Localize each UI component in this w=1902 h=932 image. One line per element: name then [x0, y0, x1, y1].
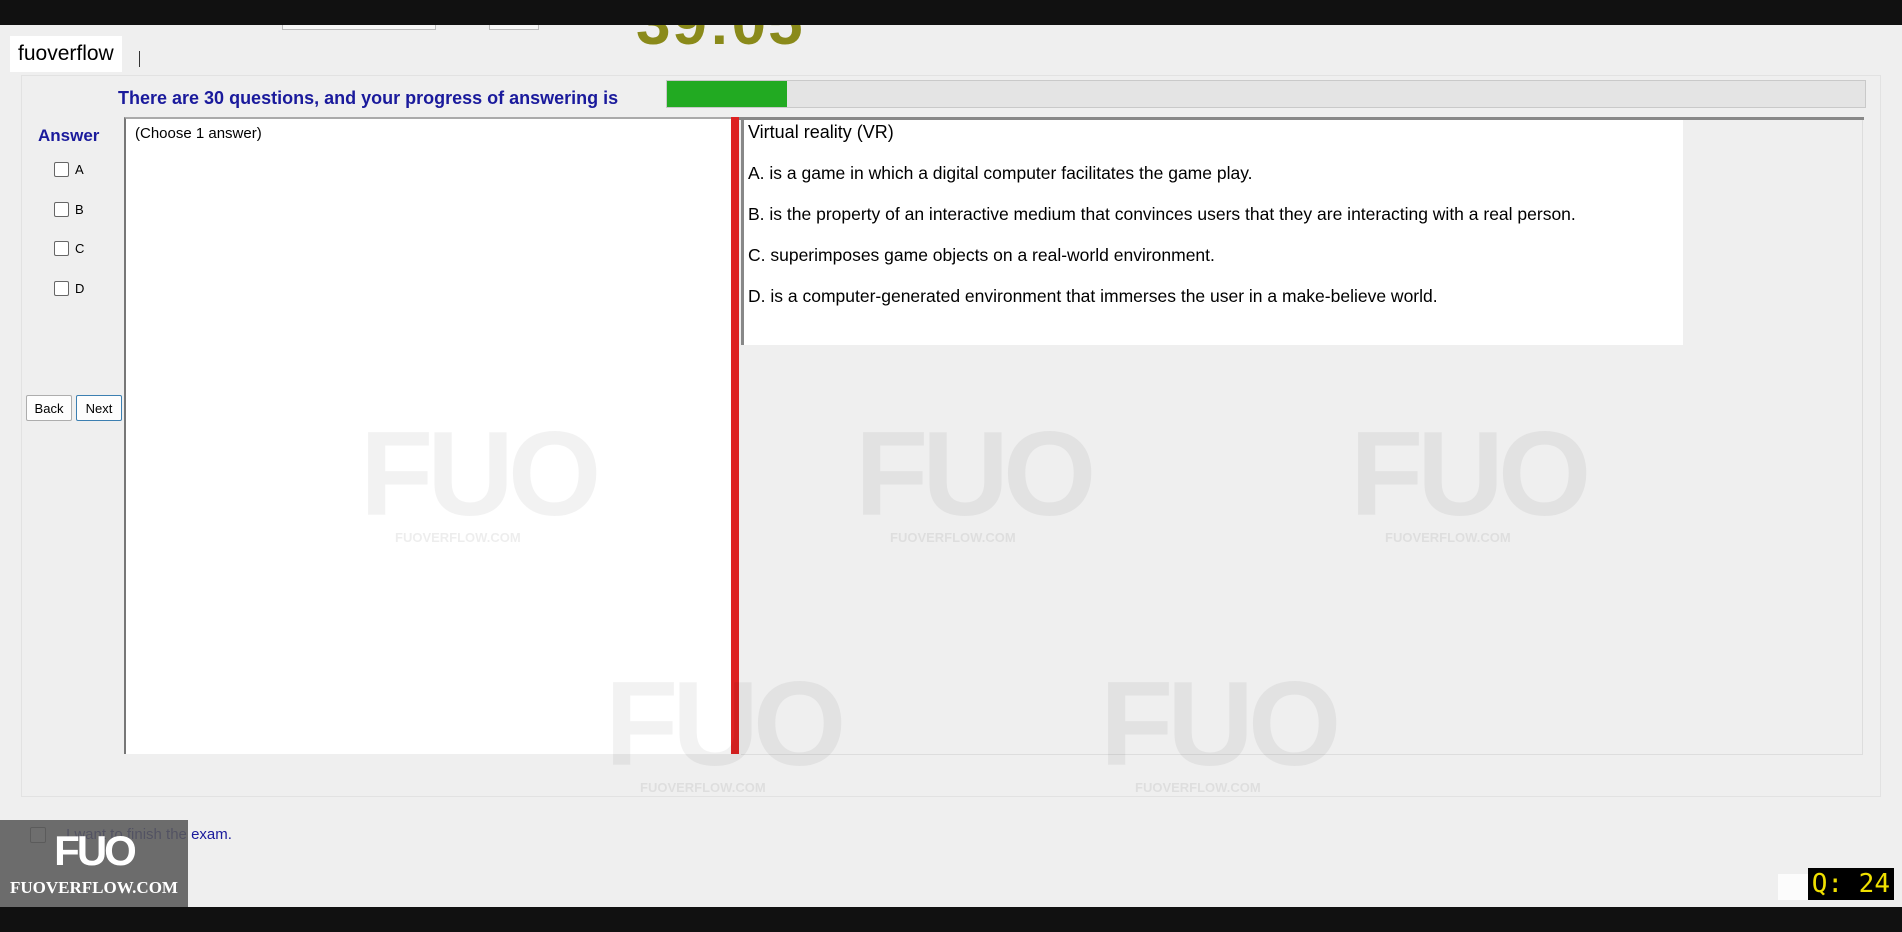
watermark-site: FUOVERFLOW.COM	[640, 780, 766, 795]
answer-option-d[interactable]: D	[54, 281, 84, 296]
progress-label: There are 30 questions, and your progres…	[118, 88, 619, 108]
question-pane: Virtual reality (VR) A. is a game in whi…	[741, 120, 1683, 345]
logo-mark: FUO	[54, 826, 137, 874]
exam-timer: 39:05	[636, 25, 805, 55]
progress-bar	[666, 80, 1866, 108]
logo-site: FUOVERFLOW.COM	[10, 877, 178, 897]
watermark-site: FUOVERFLOW.COM	[890, 530, 1016, 545]
checkbox[interactable]	[54, 281, 69, 296]
back-button[interactable]: Back	[26, 395, 72, 421]
watermark-logo: FUO	[855, 407, 1096, 541]
watermark-site: FUOVERFLOW.COM	[1135, 780, 1261, 795]
question-choice-b: B. is the property of an interactive med…	[748, 204, 1576, 224]
watermark-logo: FUO	[605, 657, 846, 791]
question-title: Virtual reality (VR)	[748, 122, 894, 142]
option-label: A	[75, 162, 84, 177]
bottom-crop-bar	[0, 907, 1902, 932]
watermark-logo: FUO	[1350, 407, 1591, 541]
top-crop-bar	[0, 0, 1902, 25]
exam-window: 39:05 fuoverflow There are 30 questions,…	[0, 25, 1902, 907]
font-size-combo[interactable]	[489, 25, 539, 30]
next-button[interactable]: Next	[76, 395, 122, 421]
question-choice-a: A. is a game in which a digital computer…	[748, 163, 1253, 183]
answer-option-b[interactable]: B	[54, 202, 84, 217]
checkbox[interactable]	[54, 202, 69, 217]
checkbox[interactable]	[54, 241, 69, 256]
question-choice-d: D. is a computer-generated environment t…	[748, 286, 1438, 306]
answer-option-c[interactable]: C	[54, 241, 84, 256]
answer-title: Answer	[38, 126, 100, 145]
option-label: D	[75, 281, 85, 296]
choose-hint: (Choose 1 answer)	[135, 125, 262, 142]
checkbox[interactable]	[54, 162, 69, 177]
watermark-site: FUOVERFLOW.COM	[395, 530, 521, 545]
watermark-site: FUOVERFLOW.COM	[1385, 530, 1511, 545]
watermark-logo: FUO	[360, 407, 601, 541]
progress-fill	[667, 81, 787, 107]
subject-combo[interactable]	[282, 25, 436, 30]
text-caret	[139, 51, 140, 67]
option-label: B	[75, 202, 84, 217]
answer-option-a[interactable]: A	[54, 162, 84, 177]
question-counter: Q: 24	[1807, 868, 1894, 900]
app-label: fuoverflow	[10, 36, 122, 72]
option-label: C	[75, 241, 85, 256]
watermark-logo: FUO	[1100, 657, 1341, 791]
question-choice-c: C. superimposes game objects on a real-w…	[748, 245, 1215, 265]
fuoverflow-logo: FUO FUOVERFLOW.COM	[0, 820, 188, 907]
